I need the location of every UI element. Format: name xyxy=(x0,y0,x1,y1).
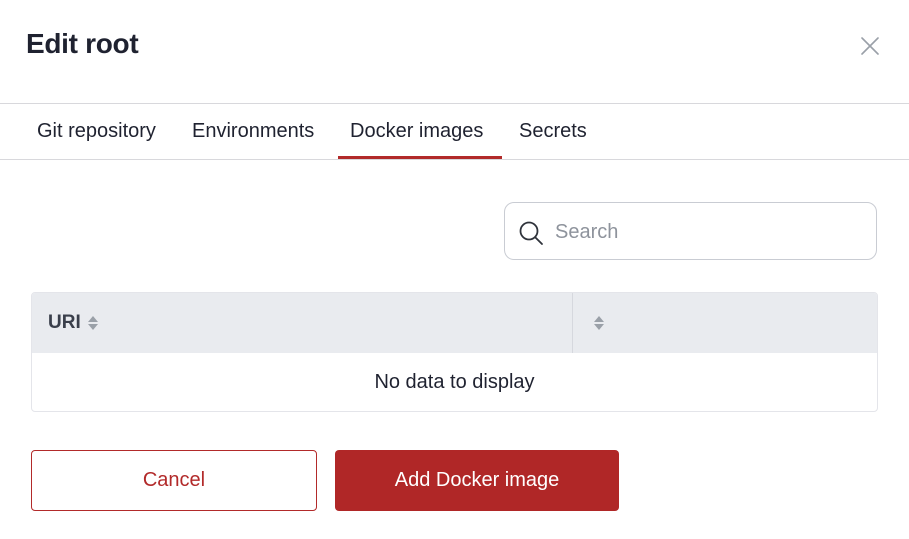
table-header: URI xyxy=(32,293,877,353)
cancel-button[interactable]: Cancel xyxy=(31,450,317,511)
sort-icon xyxy=(87,316,98,330)
search-box xyxy=(504,202,877,260)
search-input[interactable] xyxy=(553,213,867,251)
column-header-label: URI xyxy=(48,312,81,333)
close-icon xyxy=(861,37,879,55)
column-header-actions[interactable] xyxy=(573,293,877,353)
search-icon xyxy=(519,221,543,245)
sort-icon xyxy=(594,316,604,330)
add-docker-image-button[interactable]: Add Docker image xyxy=(335,450,619,511)
docker-images-table: URI No data to display xyxy=(31,292,878,412)
tabs-divider xyxy=(0,159,909,160)
column-header-uri[interactable]: URI xyxy=(32,293,572,353)
tab-environments[interactable]: Environments xyxy=(192,104,314,159)
dialog-title: Edit root xyxy=(26,28,139,59)
close-button[interactable] xyxy=(856,32,884,60)
tab-git-repository[interactable]: Git repository xyxy=(37,104,156,159)
tab-bar: Git repository Environments Docker image… xyxy=(0,104,909,159)
empty-state-message: No data to display xyxy=(374,370,535,393)
tab-docker-images[interactable]: Docker images xyxy=(350,104,483,159)
tab-secrets[interactable]: Secrets xyxy=(519,104,587,159)
